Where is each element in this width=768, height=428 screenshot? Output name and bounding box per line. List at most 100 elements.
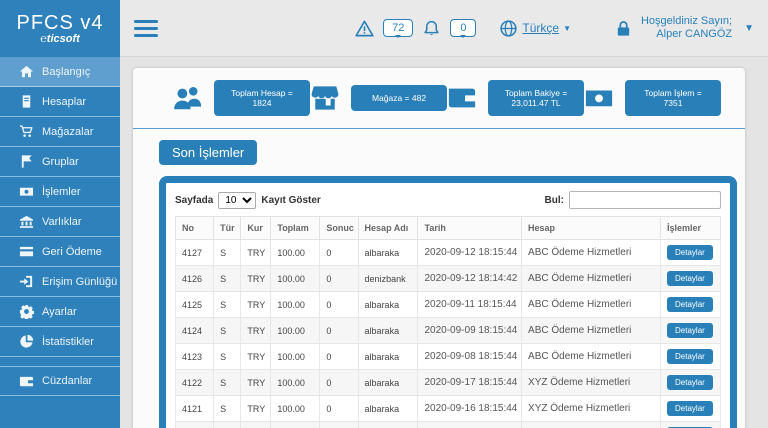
- sidebar-item-islemler[interactable]: İşlemler: [0, 177, 120, 207]
- table-cell: 4121: [176, 396, 214, 422]
- table-cell-actions: Detaylar: [661, 370, 721, 396]
- stat-toplam-bakiye-button[interactable]: Toplam Bakiye = 23,011.47 TL: [488, 80, 584, 116]
- bell-icon[interactable]: [422, 19, 441, 38]
- search-label: Bul:: [545, 195, 564, 206]
- table-cell: 4123: [176, 344, 214, 370]
- table-cell: 2020-09-11 18:15:44: [418, 292, 522, 318]
- column-header[interactable]: İşlemler: [661, 217, 721, 240]
- sidebar-item-hesaplar[interactable]: Hesaplar: [0, 87, 120, 117]
- details-button[interactable]: Detaylar: [667, 271, 713, 286]
- table-cell: 0: [320, 292, 358, 318]
- column-header[interactable]: Tarih: [418, 217, 522, 240]
- table-cell-actions: Detaylar: [661, 266, 721, 292]
- alerts-count-badge[interactable]: 72: [383, 19, 413, 37]
- table-cell: albaraka: [358, 370, 418, 396]
- column-header[interactable]: Kur: [241, 217, 271, 240]
- globe-icon: [499, 19, 518, 38]
- table-cell-actions: Detaylar: [661, 344, 721, 370]
- table-cell: S: [214, 318, 241, 344]
- column-header[interactable]: Hesap: [522, 217, 661, 240]
- details-button[interactable]: Detaylar: [667, 297, 713, 312]
- store-icon: [310, 83, 340, 113]
- sidebar-item-ayarlar[interactable]: Ayarlar: [0, 297, 120, 327]
- details-button[interactable]: Detaylar: [667, 323, 713, 338]
- sidebar-item-cuzdanlar[interactable]: Cüzdanlar: [0, 366, 120, 396]
- table-header-row: NoTürKurToplamSonucHesap AdıTarihHesapİş…: [176, 217, 721, 240]
- table-cell: TRY: [241, 344, 271, 370]
- table-cell: 0: [320, 344, 358, 370]
- stat-toplam-hesap-button[interactable]: Toplam Hesap = 1824: [214, 80, 310, 116]
- table-cell: 100.00: [271, 370, 320, 396]
- table-cell-actions: Detaylar: [661, 318, 721, 344]
- table-cell: S: [214, 266, 241, 292]
- table-cell: TRY: [241, 318, 271, 344]
- credit-card-icon: [19, 244, 34, 259]
- table-cell: 0: [320, 396, 358, 422]
- details-button[interactable]: Detaylar: [667, 375, 713, 390]
- table-cell: ABC Ödeme Hizmetleri: [522, 240, 661, 266]
- banknote-icon: [19, 184, 34, 199]
- search-input[interactable]: [569, 191, 721, 209]
- topbar: 72 0 Türkçe ▼ Hoşgeldiniz Sayın; Alper C…: [120, 0, 768, 57]
- app-title: PFCS v4: [16, 12, 103, 35]
- language-label: Türkçe: [522, 21, 559, 35]
- dashboard-card: Toplam Hesap = 1824 Mağaza = 482 Toplam Ba…: [133, 68, 745, 428]
- table-cell: 100.00: [271, 344, 320, 370]
- column-header[interactable]: No: [176, 217, 214, 240]
- details-button[interactable]: Detaylar: [667, 401, 713, 416]
- table-cell: S: [214, 292, 241, 318]
- sidebar-item-label: Cüzdanlar: [42, 375, 92, 387]
- login-icon: [19, 274, 34, 289]
- menu-toggle-button[interactable]: [134, 20, 158, 37]
- table-cell: albaraka: [358, 344, 418, 370]
- stat-toplam-islem-button[interactable]: Toplam İşlem = 7351: [625, 80, 721, 116]
- sidebar-item-erisim-gunlugu[interactable]: Erişim Günlüğü: [0, 267, 120, 297]
- pie-chart-icon: [19, 334, 34, 349]
- table-cell: 2020-09-09 18:15:44: [418, 318, 522, 344]
- table-cell: XYZ Ödeme Hizmetleri: [522, 370, 661, 396]
- stat-toplam-hesap: Toplam Hesap = 1824: [173, 80, 310, 116]
- sidebar-item-varliklar[interactable]: Varlıklar: [0, 207, 120, 237]
- language-selector[interactable]: Türkçe ▼: [499, 19, 571, 38]
- page-size-select[interactable]: 10: [218, 192, 256, 209]
- warning-icon[interactable]: [355, 19, 374, 38]
- table-cell: albaraka: [358, 292, 418, 318]
- table-row: 4126STRY100.000denizbank2020-09-12 18:14…: [176, 266, 721, 292]
- lock-icon: [614, 19, 633, 38]
- sidebar-item-magazalar[interactable]: Mağazalar: [0, 117, 120, 147]
- sidebar-item-geri-odeme[interactable]: Geri Ödeme: [0, 237, 120, 267]
- details-button[interactable]: Detaylar: [667, 245, 713, 260]
- main-content: Toplam Hesap = 1824 Mağaza = 482 Toplam Ba…: [120, 57, 768, 428]
- banknote-icon: [584, 83, 614, 113]
- transactions-panel: Sayfada 10 Kayıt Göster Bul: NoTürKurTop…: [159, 176, 737, 428]
- table-cell: TRY: [241, 422, 271, 428]
- sidebar-item-istatistikler[interactable]: İstatistikler: [0, 327, 120, 357]
- sidebar-item-label: Başlangıç: [42, 66, 90, 78]
- table-cell: 4126: [176, 266, 214, 292]
- table-cell: S: [214, 240, 241, 266]
- details-button[interactable]: Detaylar: [667, 349, 713, 364]
- table-cell: 0: [320, 370, 358, 396]
- table-cell: 2020-09-16 18:15:44: [418, 396, 522, 422]
- user-menu[interactable]: Hoşgeldiniz Sayın; Alper CANGÖZ ▼: [614, 15, 754, 41]
- section-title-badge: Son İşlemler: [159, 140, 257, 165]
- stat-magaza-button[interactable]: Mağaza = 482: [351, 85, 447, 111]
- table-cell: 4125: [176, 292, 214, 318]
- table-cell: TRY: [241, 396, 271, 422]
- users-icon: [173, 83, 203, 113]
- sidebar-menu: Başlangıç HesaplarMağazalar Gruplar İşlemle…: [0, 57, 120, 396]
- ledger-icon: [19, 94, 34, 109]
- column-header[interactable]: Hesap Adı: [358, 217, 418, 240]
- sidebar-item-label: Gruplar: [42, 156, 79, 168]
- sidebar-item-gruplar[interactable]: Gruplar: [0, 147, 120, 177]
- column-header[interactable]: Sonuc: [320, 217, 358, 240]
- table-row: 4125STRY100.000albaraka2020-09-11 18:15:…: [176, 292, 721, 318]
- column-header[interactable]: Tür: [214, 217, 241, 240]
- table-cell: TRY: [241, 266, 271, 292]
- column-header[interactable]: Toplam: [271, 217, 320, 240]
- table-cell: denizbank: [358, 266, 418, 292]
- table-cell: 4127: [176, 240, 214, 266]
- sidebar-item-baslangic[interactable]: Başlangıç: [0, 57, 120, 87]
- table-cell-actions: Detaylar: [661, 396, 721, 422]
- notifications-count-badge[interactable]: 0: [450, 19, 476, 37]
